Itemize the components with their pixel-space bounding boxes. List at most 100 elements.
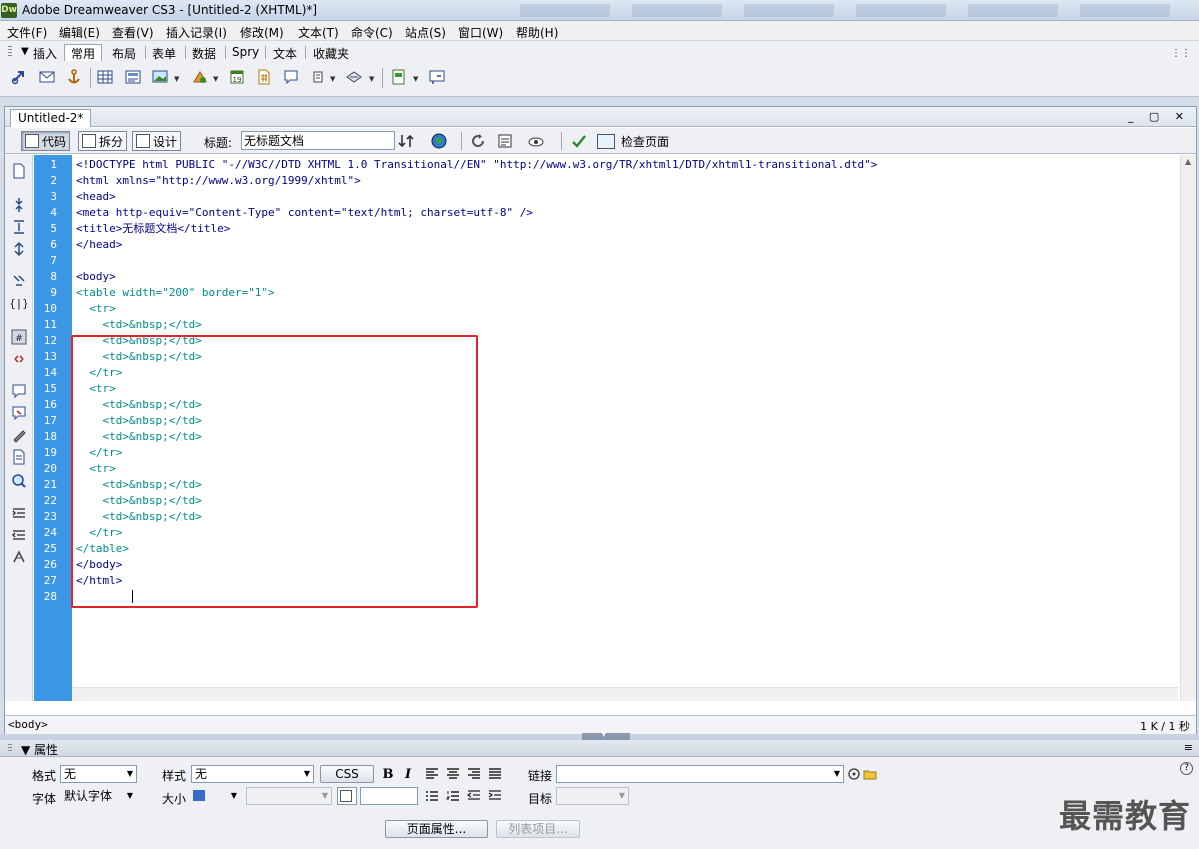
dropdown-arrow-icon[interactable]: ▼ [330, 75, 335, 83]
ordered-list-icon[interactable] [445, 788, 461, 804]
refresh-icon[interactable] [469, 132, 487, 150]
indent-code-icon[interactable] [10, 505, 28, 521]
menu-edit[interactable]: 编辑(E) [59, 24, 100, 41]
collapse-arrow-icon[interactable]: ▼ [21, 46, 29, 57]
apply-comment-icon[interactable] [10, 383, 28, 399]
comment-icon[interactable] [281, 67, 301, 87]
italic-button[interactable]: I [400, 766, 416, 782]
table-icon[interactable] [95, 67, 115, 87]
align-justify-icon[interactable] [487, 766, 503, 782]
unordered-list-icon[interactable] [424, 788, 440, 804]
preview-browser-icon[interactable] [430, 132, 448, 150]
vertical-scrollbar[interactable]: ▲ [1180, 155, 1196, 701]
named-anchor-icon[interactable] [64, 67, 84, 87]
horizontal-scrollbar[interactable] [72, 687, 1178, 701]
tab-untitled-2[interactable]: Untitled-2* [10, 109, 92, 127]
server-side-include-icon[interactable] [254, 67, 274, 87]
expand-all-icon[interactable] [10, 241, 28, 257]
menu-commands[interactable]: 命令(C) [351, 24, 393, 41]
hyperlink-icon[interactable] [9, 67, 29, 87]
link-input[interactable]: ▼ [556, 765, 844, 783]
view-options-icon[interactable] [496, 132, 514, 150]
tab-data[interactable]: 数据 [192, 44, 216, 61]
document-title-input[interactable] [241, 131, 395, 150]
tab-spry[interactable]: Spry [232, 44, 259, 61]
style-select[interactable]: 无 ▼ [191, 765, 314, 783]
help-icon[interactable]: ? [1180, 762, 1193, 775]
browse-folder-icon[interactable] [862, 766, 878, 782]
size-select[interactable]: ▼ [189, 787, 241, 805]
balance-braces-icon[interactable]: {|} [10, 295, 28, 311]
menu-help[interactable]: 帮助(H) [516, 24, 558, 41]
format-select[interactable]: 无 ▼ [60, 765, 137, 783]
align-left-icon[interactable] [424, 766, 440, 782]
check-page-button[interactable]: 检查页面 [597, 131, 669, 151]
menu-window[interactable]: 窗口(W) [458, 24, 503, 41]
design-view-button[interactable]: 设计 [132, 131, 182, 151]
tag-chooser-icon[interactable] [427, 67, 447, 87]
panel-menu-icon[interactable]: ⋮⋮ [1171, 48, 1191, 59]
insert-div-icon[interactable] [123, 67, 143, 87]
menu-text[interactable]: 文本(T) [298, 24, 339, 41]
scroll-up-icon[interactable]: ▲ [1185, 157, 1191, 166]
point-to-file-icon[interactable] [846, 766, 862, 782]
menu-insert[interactable]: 插入记录(I) [166, 24, 227, 41]
panel-menu-icon[interactable]: ≡ [1184, 741, 1193, 754]
media-icon[interactable] [190, 67, 210, 87]
insert-label[interactable]: 插入 [33, 44, 57, 61]
tab-forms[interactable]: 表单 [152, 44, 176, 61]
dropdown-arrow-icon[interactable]: ▼ [213, 75, 218, 83]
template-icon[interactable] [389, 67, 409, 87]
line-number: 26 [43, 558, 57, 571]
align-center-icon[interactable] [445, 766, 461, 782]
text-outdent-icon[interactable] [466, 788, 482, 804]
select-parent-tag-icon[interactable] [10, 273, 28, 289]
script-icon[interactable] [344, 67, 364, 87]
menu-view[interactable]: 查看(V) [112, 24, 154, 41]
collapse-full-tag-icon[interactable] [10, 197, 28, 213]
tab-common[interactable]: 常用 [64, 44, 103, 61]
menu-site[interactable]: 站点(S) [405, 24, 446, 41]
menu-modify[interactable]: 修改(M) [240, 24, 284, 41]
highlight-invalid-code-icon[interactable] [10, 351, 28, 367]
align-right-icon[interactable] [466, 766, 482, 782]
head-icon[interactable] [308, 67, 328, 87]
dropdown-arrow-icon[interactable]: ▼ [174, 75, 179, 83]
dropdown-arrow-icon[interactable]: ▼ [413, 75, 418, 83]
collapse-selection-icon[interactable] [10, 219, 28, 235]
tab-favorites[interactable]: 收藏夹 [313, 44, 349, 61]
font-select[interactable]: 默认字体 ▼ [60, 787, 137, 805]
dropdown-arrow-icon[interactable]: ▼ [369, 75, 374, 83]
tab-text[interactable]: 文本 [273, 44, 297, 61]
code-view-button[interactable]: 代码 [21, 131, 71, 151]
text-color-picker[interactable] [337, 787, 357, 805]
dreamweaver-logo-icon: Dw [1, 3, 17, 18]
validate-markup-icon[interactable] [570, 132, 588, 150]
outdent-code-icon[interactable] [10, 527, 28, 543]
move-css-icon[interactable] [10, 473, 28, 489]
panel-grip[interactable] [8, 744, 12, 753]
window-controls[interactable]: _ ▢ ✕ [1128, 110, 1190, 123]
image-icon[interactable] [150, 67, 170, 87]
split-view-button[interactable]: 拆分 [78, 131, 128, 151]
line-numbers-icon[interactable]: # [10, 329, 28, 345]
visual-aids-icon[interactable] [527, 132, 545, 150]
text-color-input[interactable] [360, 787, 418, 805]
menu-file[interactable]: 文件(F) [7, 24, 47, 41]
css-button[interactable]: CSS [320, 765, 374, 783]
splitter-handle[interactable] [582, 730, 630, 740]
format-source-code-icon[interactable] [10, 549, 28, 565]
text-indent-icon[interactable] [487, 788, 503, 804]
recent-snippets-icon[interactable] [10, 449, 28, 465]
open-documents-icon[interactable] [10, 163, 28, 179]
email-link-icon[interactable] [37, 67, 57, 87]
remove-comment-icon[interactable] [10, 405, 28, 421]
tag-selector[interactable]: <body> [8, 718, 48, 731]
wrap-tag-icon[interactable] [10, 427, 28, 443]
file-management-icon[interactable] [398, 132, 416, 150]
date-icon[interactable]: 19 [227, 67, 247, 87]
page-properties-button[interactable]: 页面属性... [385, 820, 488, 838]
properties-header[interactable]: ▼ 属性 ≡ [0, 740, 1199, 757]
bold-button[interactable]: B [380, 766, 396, 782]
tab-layout[interactable]: 布局 [112, 44, 136, 61]
